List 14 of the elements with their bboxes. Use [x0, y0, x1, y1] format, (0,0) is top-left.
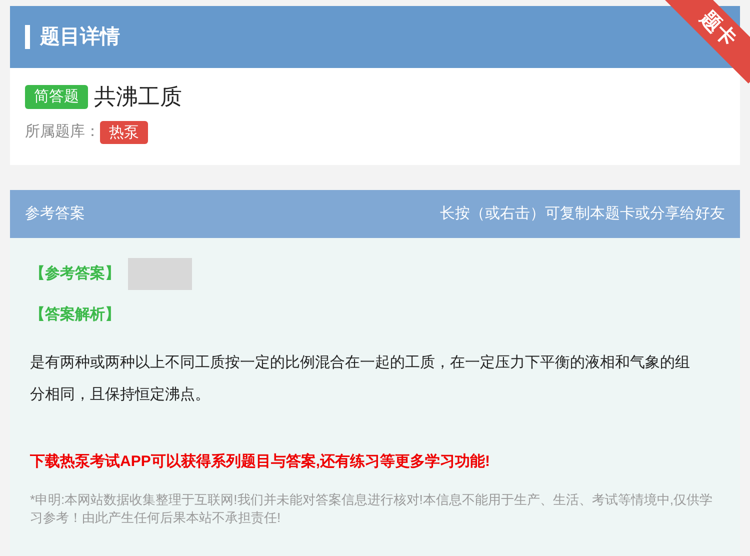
panel-title: 参考答案 — [25, 204, 85, 224]
app-promo-text: 下载热泵考试APP可以获得系列题目与答案,还有练习等更多学习功能! — [30, 452, 492, 472]
answer-label: 【参考答案】 — [30, 264, 120, 284]
analysis-label: 【答案解析】 — [30, 304, 120, 325]
question-title: 共沸工质 — [94, 83, 182, 111]
disclaimer-text: *申明:本网站数据收集整理于互联网!我们并未能对答案信息进行核对!本信息不能用于生产、生活、考试等情境中,仅供学习参考！由此产生任何后果本站不承担责任! — [30, 491, 714, 527]
bank-label: 所属题库： — [25, 122, 100, 142]
analysis-text: 是有两种或两种以上不同工质按一定的比例混合在一起的工质，在一定压力下平衡的液相和气象的组分相同，且保持恒定沸点。 — [30, 352, 691, 404]
page-title: 题目详情 — [40, 24, 120, 50]
bank-tag[interactable]: 热泵 — [100, 121, 148, 144]
question-type-badge: 简答题 — [25, 84, 88, 108]
answer-image-placeholder — [128, 258, 192, 290]
accent-bar — [25, 25, 30, 49]
share-hint: 长按（或右击）可复制本题卡或分享给好友 — [440, 204, 725, 224]
